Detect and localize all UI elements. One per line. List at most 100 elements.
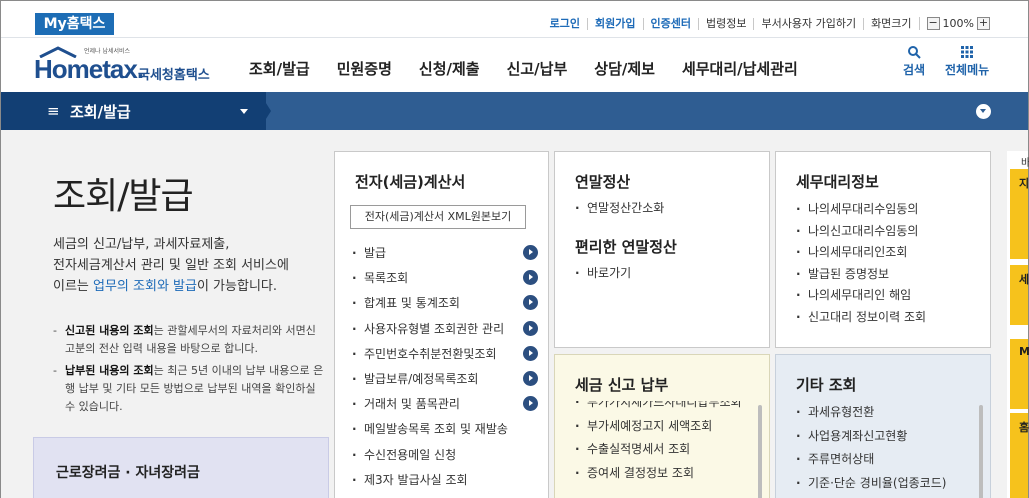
note-dash: - — [53, 364, 57, 377]
nav-item-civil-cert[interactable]: 민원증명 — [337, 58, 392, 79]
arrow-right-circle-icon[interactable] — [523, 245, 538, 260]
yearend-title: 연말정산 — [575, 173, 631, 191]
list-item[interactable]: 나의세무대리수임동의 — [796, 199, 926, 221]
search-icon — [908, 46, 921, 59]
arrow-right-circle-icon[interactable] — [523, 270, 538, 286]
einvoice-title: 전자(세금)계산서 — [355, 173, 466, 191]
section-title[interactable]: 조회/발급 — [70, 101, 131, 122]
list-item[interactable]: 주민번호수취분전환및조회 — [352, 345, 538, 371]
zoom-in-button[interactable]: + — [977, 17, 990, 30]
arrow-right-circle-icon[interactable] — [523, 320, 538, 336]
search-label: 검색 — [903, 63, 926, 77]
list-item[interactable]: 기준·단순 경비율(업종코드) — [796, 472, 946, 496]
all-menu-label: 전체메뉴 — [945, 63, 990, 77]
arrow-right-circle-icon[interactable] — [523, 345, 538, 361]
yearend-list: 연말정산간소화 — [575, 198, 664, 220]
dept-user-signup-link[interactable]: 부서사용자 가입하기 — [753, 17, 863, 30]
incentive-box-label: 근로장려금 · 자녀장려금 — [56, 465, 200, 481]
section-bar: ≡ 조회/발급 — [1, 92, 1028, 130]
einvoice-list: 발급 목록조회 합계표 및 통계조회 사용자유형별 조회권한 관리 주민번호수취… — [352, 245, 538, 497]
nav-item-inquiry[interactable]: 조회/발급 — [249, 58, 310, 79]
nav-item-report-pay[interactable]: 신고/납부 — [507, 58, 568, 79]
intro-line: 이르는 업무의 조회와 발급이 가능합니다. — [53, 276, 323, 297]
all-menu-button[interactable]: 전체메뉴 — [945, 45, 989, 78]
scrollbar[interactable] — [979, 405, 983, 498]
list-item[interactable]: 연말정산간소화 — [575, 198, 664, 220]
my-hometax-button[interactable]: My홈택스 — [35, 13, 114, 35]
hometax-logo[interactable]: 언제나 납세서비스 Hometax. 국세청홈택스 — [34, 44, 219, 88]
incentive-box[interactable]: 근로장려금 · 자녀장려금 — [33, 437, 329, 498]
intro-text: 이 가능합니다. — [196, 279, 277, 294]
other-inquiry-title: 기타 조회 — [796, 376, 857, 394]
grid-menu-icon — [961, 46, 974, 58]
list-item[interactable]: 나의신고대리수임동의 — [796, 221, 926, 243]
list-item[interactable]: 나의세무대리인조회 — [796, 242, 926, 264]
nav-item-tax-agent[interactable]: 세무대리/납세관리 — [682, 58, 798, 79]
signup-link[interactable]: 회원가입 — [587, 17, 642, 30]
list-item[interactable]: 제3자 발급사실 조회 — [352, 472, 538, 497]
note-dash: - — [53, 324, 57, 337]
list-item[interactable]: 바로가기 — [575, 263, 631, 285]
main-content: 조회/발급 세금의 신고/납부, 과세자료제출, 전자세금계산서 관리 및 일반… — [1, 130, 1029, 498]
quick-menu-item[interactable]: My — [1010, 339, 1029, 409]
main-nav: 조회/발급 민원증명 신청/제출 신고/납부 상담/제보 세무대리/납세관리 — [249, 58, 825, 79]
quick-menu-item[interactable]: 지 — [1010, 169, 1029, 259]
quick-menu-item[interactable]: 홈 — [1010, 413, 1029, 498]
list-item-label: 수신전용메일 신청 — [364, 447, 457, 462]
arrow-right-circle-icon[interactable] — [523, 370, 538, 386]
einvoice-card: 전자(세금)계산서 전자(세금)계산서 XML원본보기 발급 목록조회 합계표 … — [334, 151, 549, 498]
utility-bar: My홈택스 로그인 회원가입 인증센터 법령정보 부서사용자 가입하기 화면크기… — [1, 1, 1028, 37]
tax-report-card: 세금 신고 납부 부가가치세카드사대리납부조회 부가세예정고지 세액조회 수출실… — [554, 354, 770, 498]
list-item[interactable]: 과세유형전환 — [796, 401, 946, 425]
list-item[interactable]: 합계표 및 통계조회 — [352, 295, 538, 320]
zoom-control: − 100% + — [918, 17, 990, 30]
login-link[interactable]: 로그인 — [543, 17, 587, 30]
list-item-label: 제3자 발급사실 조회 — [364, 472, 468, 487]
list-item-label: 발급 — [364, 246, 387, 260]
intro-line: 세금의 신고/납부, 과세자료제출, — [53, 237, 230, 252]
arrow-right-circle-icon[interactable] — [523, 295, 538, 311]
list-item[interactable]: 목록조회 — [352, 270, 538, 295]
tax-report-title: 세금 신고 납부 — [575, 376, 669, 394]
screen-size-label: 화면크기 — [863, 17, 918, 30]
quick-menu-item[interactable]: 세 — [1010, 265, 1029, 325]
list-item[interactable]: 신고대리 정보이력 조회 — [796, 307, 926, 329]
list-item[interactable]: 나의세무대리인 해임 — [796, 285, 926, 307]
list-item[interactable]: 주류면허상태 — [796, 448, 946, 472]
scrollbar[interactable] — [758, 405, 762, 498]
hamburger-icon[interactable]: ≡ — [47, 102, 60, 120]
list-item[interactable]: 부가세예정고지 세액조회 — [575, 415, 742, 439]
nav-item-apply-submit[interactable]: 신청/제출 — [419, 58, 480, 79]
list-item[interactable]: 메일발송목록 조회 및 재발송 — [352, 421, 538, 446]
list-item[interactable]: 부가가치세카드사대리납부조회 — [575, 401, 742, 415]
list-item-label: 거래처 및 품목관리 — [364, 397, 460, 412]
other-inquiry-card: 기타 조회 과세유형전환 사업용계좌신고현황 주류면허상태 기준·단순 경비율(… — [775, 354, 991, 498]
tax-agent-title: 세무대리정보 — [796, 173, 879, 191]
law-info-link[interactable]: 법령정보 — [698, 17, 753, 30]
xml-view-button[interactable]: 전자(세금)계산서 XML원본보기 — [350, 205, 526, 229]
list-item[interactable]: 수출실적명세서 조회 — [575, 438, 742, 462]
nav-item-consult[interactable]: 상담/제보 — [594, 58, 655, 79]
section-bar-arrow — [259, 92, 271, 130]
zoom-out-button[interactable]: − — [926, 17, 940, 30]
list-item[interactable]: 사용자유형별 조회권한 관리 — [352, 320, 538, 346]
chevron-down-icon[interactable] — [240, 109, 248, 114]
logo-korean-name: 국세청홈택스 — [138, 68, 210, 83]
list-item-label: 목록조회 — [364, 271, 409, 286]
section-selector[interactable] — [1, 92, 266, 130]
list-item[interactable]: 증여세 결정정보 조회 — [575, 462, 742, 486]
search-button[interactable]: 검색 — [903, 45, 925, 78]
expand-circle-icon[interactable] — [976, 104, 991, 119]
list-item[interactable]: 거래처 및 품목관리 — [352, 396, 538, 421]
list-item[interactable]: 사업용계좌신고현황 — [796, 425, 946, 449]
list-item[interactable]: 수신전용메일 신청 — [352, 447, 538, 472]
arrow-right-circle-icon[interactable] — [523, 396, 538, 412]
zoom-value: 100% — [942, 17, 974, 30]
list-item[interactable]: 발급된 증명정보 — [796, 264, 926, 286]
list-item[interactable]: 발급 — [352, 245, 538, 270]
list-item[interactable]: 발급보류/예정목록조회 — [352, 370, 538, 396]
certificate-center-link[interactable]: 인증센터 — [642, 17, 698, 30]
quick-menu-panel: 바 지 세 My 홈 — [1007, 151, 1029, 498]
easy-yearend-title: 편리한 연말정산 — [575, 238, 677, 256]
tax-report-scroll-area: 부가가치세카드사대리납부조회 부가세예정고지 세액조회 수출실적명세서 조회 증… — [555, 401, 755, 498]
